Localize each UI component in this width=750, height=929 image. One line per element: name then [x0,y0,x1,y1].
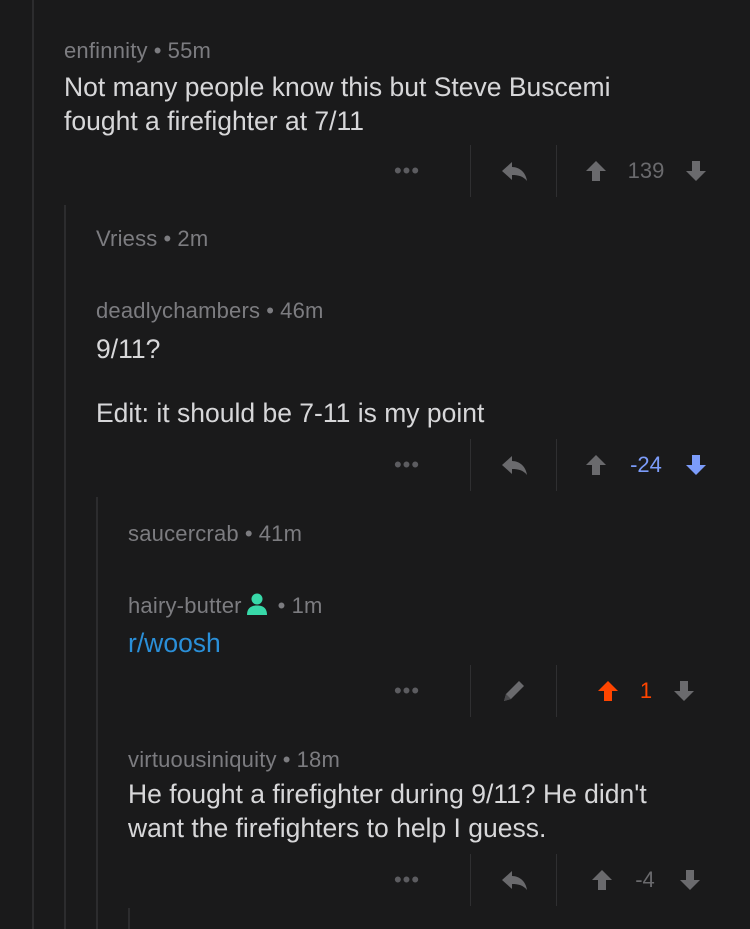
comment-body: r/woosh [128,626,710,660]
comment-meta: Vriess • 2m [96,226,710,252]
more-icon: ••• [393,867,421,892]
edit-button[interactable] [498,671,530,711]
more-button[interactable]: ••• [392,860,422,900]
comment-author[interactable]: enfinnity [64,38,148,63]
comment-meta: hairy-butter • 1m [128,592,710,622]
downvote-icon [686,161,706,181]
comment-age: 2m [177,226,209,251]
meta-separator: • [153,38,162,63]
more-button[interactable]: ••• [392,151,422,191]
more-icon: ••• [393,452,421,477]
score-value: -4 [635,867,655,892]
reply-icon [502,871,527,890]
comment-virtuousiniquity: virtuousiniquity • 18m He fought a firefig… [128,747,710,845]
reply-button[interactable] [498,151,530,191]
action-divider [556,854,557,906]
comment-enfinnity: enfinnity • 55m Not many people know this … [64,38,710,138]
upvote-button[interactable] [588,860,616,900]
reply-button[interactable] [498,445,530,485]
moderator-icon [246,592,268,622]
meta-separator: • [277,592,286,618]
comment-age: 18m [296,747,341,772]
comment-age: 1m [291,592,323,618]
upvote-icon [586,161,606,181]
comment-body-line: fought a firefighter at 7/11 [64,106,365,136]
meta-separator: • [163,226,172,251]
more-icon: ••• [393,678,421,703]
comment-meta: enfinnity • 55m [64,38,710,64]
downvote-button[interactable] [676,860,704,900]
meta-separator: • [244,521,253,546]
meta-separator: • [266,298,275,323]
score-value: 139 [627,158,665,183]
reply-icon [502,162,527,181]
downvote-icon [680,870,700,890]
reply-icon [502,456,527,475]
score-value: 1 [639,678,653,703]
comment-age: 41m [258,521,303,546]
upvote-button[interactable] [582,445,610,485]
comment-body: Not many people know this but Steve Busc… [64,70,710,138]
score-value: -24 [630,452,662,477]
upvote-icon [586,455,606,475]
comment-actions-deadlychambers: ••• -24 [64,439,710,491]
comment-body-line [96,366,710,396]
subreddit-link[interactable]: r/woosh [128,628,221,658]
comment-body: 9/11? Edit: it should be 7-11 is my poin… [96,332,710,430]
more-icon: ••• [393,158,421,183]
upvote-icon [598,681,618,701]
comment-actions-hairy-butter: ••• 1 [64,665,710,717]
comment-vriess[interactable]: Vriess • 2m [96,226,710,252]
downvote-icon [686,455,706,475]
comment-body: He fought a firefighter during 9/11? He … [128,777,710,845]
comment-author[interactable]: virtuousiniquity [128,747,277,772]
reply-button[interactable] [498,860,530,900]
comment-age: 46m [280,298,324,323]
comment-author[interactable]: saucercrab [128,521,239,546]
comment-body-line: want the firefighters to help I guess. [128,813,547,843]
comment-body-line: Not many people know this but Steve Busc… [64,72,611,102]
action-divider [470,854,471,906]
downvote-button[interactable] [682,151,710,191]
comment-actions-virtuousiniquity: ••• -4 [64,854,710,906]
comment-body-line: He fought a firefighter during 9/11? He … [128,779,647,809]
action-divider [556,145,557,197]
downvote-button[interactable] [670,671,698,711]
comment-saucercrab[interactable]: saucercrab • 41m [128,521,710,547]
edit-icon [504,681,524,701]
thread-line-level-1 [32,0,34,929]
more-button[interactable]: ••• [392,445,422,485]
action-divider [470,665,471,717]
comment-actions-enfinnity: ••• 139 [64,145,710,197]
thread-line-level-2 [64,205,66,929]
downvote-button[interactable] [682,445,710,485]
action-divider [470,439,471,491]
comment-author[interactable]: deadlychambers [96,298,260,323]
comment-age: 55m [167,38,212,63]
upvote-icon [592,870,612,890]
action-divider [556,439,557,491]
comment-meta: virtuousiniquity • 18m [128,747,710,773]
comment-hairy-butter: hairy-butter • 1m r/woosh [128,592,710,660]
comment-meta: saucercrab • 41m [128,521,710,547]
comment-body-line: 9/11? [96,334,161,364]
comment-body-line: Edit: it should be 7-11 is my point [96,398,485,428]
meta-separator: • [282,747,291,772]
action-divider [556,665,557,717]
comment-meta: deadlychambers • 46m [96,298,710,324]
comment-deadlychambers: deadlychambers • 46m 9/11? Edit: it should… [96,298,710,430]
comment-author[interactable]: hairy-butter [128,593,242,618]
comment-author[interactable]: Vriess [96,226,158,251]
more-button[interactable]: ••• [392,671,422,711]
thread-line-level-4 [128,908,130,929]
upvote-button[interactable] [582,151,610,191]
downvote-icon [674,681,694,701]
action-divider [470,145,471,197]
upvote-button[interactable] [594,671,622,711]
